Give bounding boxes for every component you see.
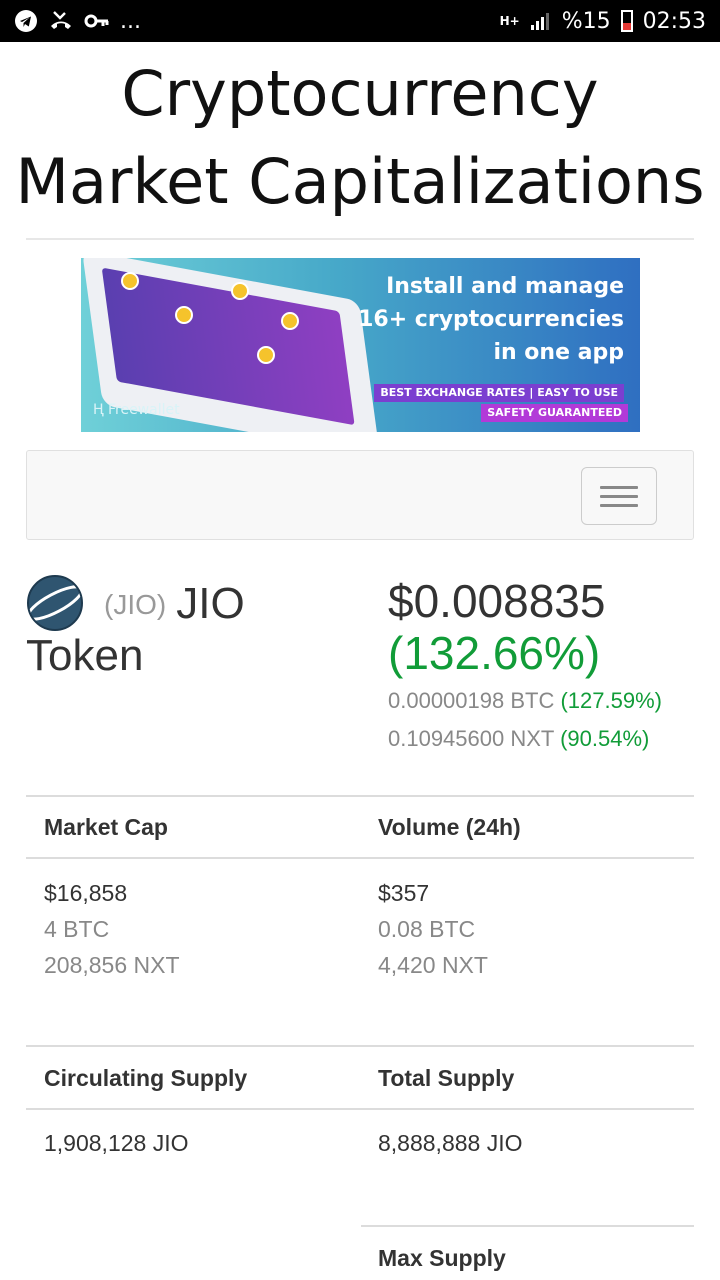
coin-logo-icon xyxy=(26,575,84,631)
page-title: Cryptocurrency Market Capitalizations xyxy=(0,50,720,226)
market-cap-values: $16,858 4 BTC 208,856 NXT xyxy=(44,875,180,983)
telegram-icon xyxy=(14,9,38,33)
clock: 02:53 xyxy=(642,8,706,34)
volume-usd: $357 xyxy=(378,880,430,906)
more-notifications-indicator: ... xyxy=(120,8,141,34)
battery-percent: %15 xyxy=(561,8,611,34)
coin-icon xyxy=(175,306,193,324)
title-divider xyxy=(26,238,694,240)
brand-logo-icon: Ⱨ xyxy=(93,402,108,418)
total-supply-label: Total Supply xyxy=(378,1065,515,1091)
market-cap-btc: 4 BTC xyxy=(44,916,110,942)
max-supply-label: Max Supply xyxy=(378,1245,506,1271)
status-bar: ... H+ %15 02:53 xyxy=(0,0,720,42)
price-change-nxt: (90.54%) xyxy=(560,726,650,751)
circulating-supply-label: Circulating Supply xyxy=(44,1065,248,1091)
price-nxt: 0.10945600 NXT xyxy=(388,726,554,751)
hamburger-icon-bar xyxy=(600,494,638,498)
ad-tagline: BEST EXCHANGE RATES | EASY TO USE xyxy=(374,384,624,402)
status-bar-right: H+ %15 02:53 xyxy=(500,9,706,34)
price-btc: 0.00000198 BTC xyxy=(388,688,555,713)
page-title-line2: Market Capitalizations xyxy=(15,145,705,218)
table-divider xyxy=(26,857,694,859)
volume-btc: 0.08 BTC xyxy=(378,916,476,942)
signal-icon xyxy=(530,11,552,31)
coin-name-part2: Token xyxy=(26,631,144,680)
network-type: H+ xyxy=(499,14,520,28)
market-cap-nxt: 208,856 NXT xyxy=(44,952,180,978)
table-divider xyxy=(26,1045,694,1047)
menu-toggle-button[interactable] xyxy=(581,467,657,525)
coin-icon xyxy=(231,282,249,300)
price-nxt-row: 0.10945600 NXT (90.54%) xyxy=(388,720,708,758)
coin-icon xyxy=(121,272,139,290)
coin-name: (JIO) JIO xyxy=(104,576,245,633)
page-title-line1: Cryptocurrency xyxy=(121,57,599,130)
volume-label: Volume (24h) xyxy=(378,814,521,840)
missed-call-icon xyxy=(48,9,74,33)
navbar xyxy=(26,450,694,540)
price-btc-row: 0.00000198 BTC (127.59%) xyxy=(388,682,708,720)
table-divider xyxy=(361,1225,694,1227)
key-icon xyxy=(84,11,110,31)
ad-brand: Ⱨ Freewallet xyxy=(93,402,180,418)
ad-headline-line1: Install and manage xyxy=(386,274,624,299)
volume-values: $357 0.08 BTC 4,420 NXT xyxy=(378,875,488,983)
market-cap-usd: $16,858 xyxy=(44,880,128,906)
price-usd: $0.008835 xyxy=(388,575,606,627)
price-change-btc: (127.59%) xyxy=(560,688,662,713)
ad-tagline-safety: SAFETY GUARANTEED xyxy=(481,404,628,422)
coin-name-part1: JIO xyxy=(176,579,245,628)
hamburger-icon-bar xyxy=(600,503,638,507)
table-divider xyxy=(26,1108,694,1110)
total-supply-value: 8,888,888 JIO xyxy=(378,1130,523,1156)
price-change-usd: (132.66%) xyxy=(388,627,601,679)
ad-banner[interactable]: Install and manage 16+ cryptocurrencies … xyxy=(81,258,640,432)
ad-brand-name: Freewallet xyxy=(107,402,180,418)
coin-symbol: (JIO) xyxy=(104,589,167,620)
battery-icon xyxy=(620,10,633,32)
ad-headline: Install and manage 16+ cryptocurrencies … xyxy=(334,270,624,369)
ad-headline-line2: 16+ cryptocurrencies xyxy=(358,307,624,332)
price-block: $0.008835 (132.66%) 0.00000198 BTC (127.… xyxy=(388,574,708,758)
coin-icon xyxy=(257,346,275,364)
circulating-supply-value: 1,908,128 JIO xyxy=(44,1130,189,1156)
ad-headline-line3: in one app xyxy=(493,340,624,365)
volume-nxt: 4,420 NXT xyxy=(378,952,488,978)
market-cap-label: Market Cap xyxy=(44,814,168,840)
coin-icon xyxy=(281,312,299,330)
hamburger-icon xyxy=(600,485,638,489)
status-bar-left: ... xyxy=(14,9,141,34)
table-divider xyxy=(26,795,694,797)
